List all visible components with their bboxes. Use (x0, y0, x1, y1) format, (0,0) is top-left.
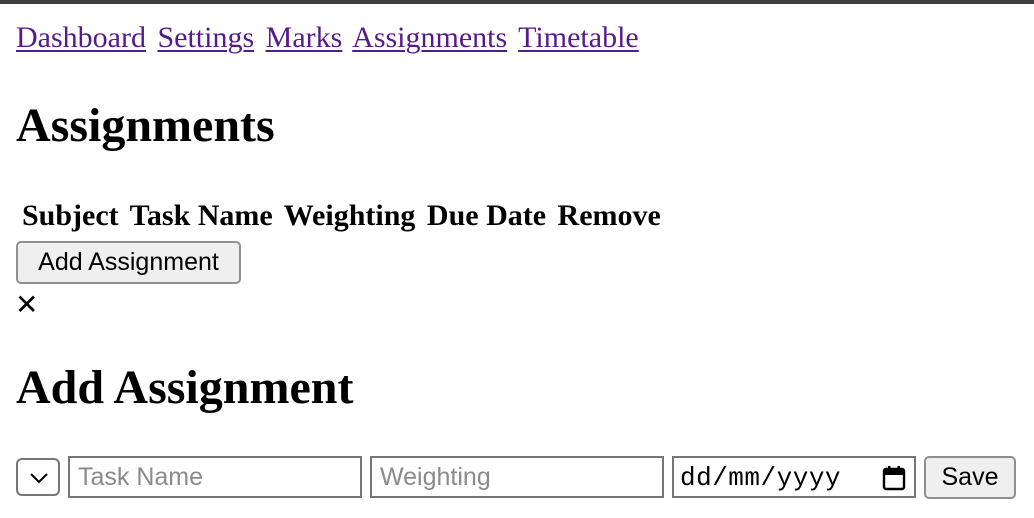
nav-link-settings[interactable]: Settings (157, 21, 254, 54)
due-date-placeholder: dd/mm/yyyy (680, 463, 842, 493)
main-nav: Dashboard Settings Marks Assignments Tim… (16, 20, 643, 56)
close-icon[interactable]: ✕ (15, 287, 38, 323)
add-assignment-button[interactable]: Add Assignment (16, 241, 241, 284)
subject-select[interactable] (16, 458, 60, 496)
chevron-down-icon (30, 473, 48, 484)
nav-link-dashboard[interactable]: Dashboard (16, 21, 146, 54)
save-button[interactable]: Save (924, 456, 1016, 499)
column-header-remove: Remove (557, 199, 661, 232)
task-name-input[interactable] (68, 456, 362, 498)
nav-link-timetable[interactable]: Timetable (518, 21, 639, 54)
top-bar (0, 0, 1034, 4)
assignments-table-header: Subject Task Name Weighting Due Date Rem… (22, 198, 665, 234)
column-header-weighting: Weighting (283, 199, 416, 232)
nav-link-assignments[interactable]: Assignments (352, 21, 507, 54)
due-date-input[interactable]: dd/mm/yyyy (672, 456, 916, 498)
weighting-input[interactable] (370, 456, 664, 498)
calendar-icon[interactable] (882, 465, 906, 491)
nav-link-marks[interactable]: Marks (266, 21, 343, 54)
column-header-subject: Subject (22, 199, 119, 232)
page-title: Assignments (16, 99, 275, 152)
column-header-due-date: Due Date (426, 199, 547, 232)
add-assignment-title: Add Assignment (16, 361, 354, 414)
column-header-task-name: Task Name (129, 199, 273, 232)
